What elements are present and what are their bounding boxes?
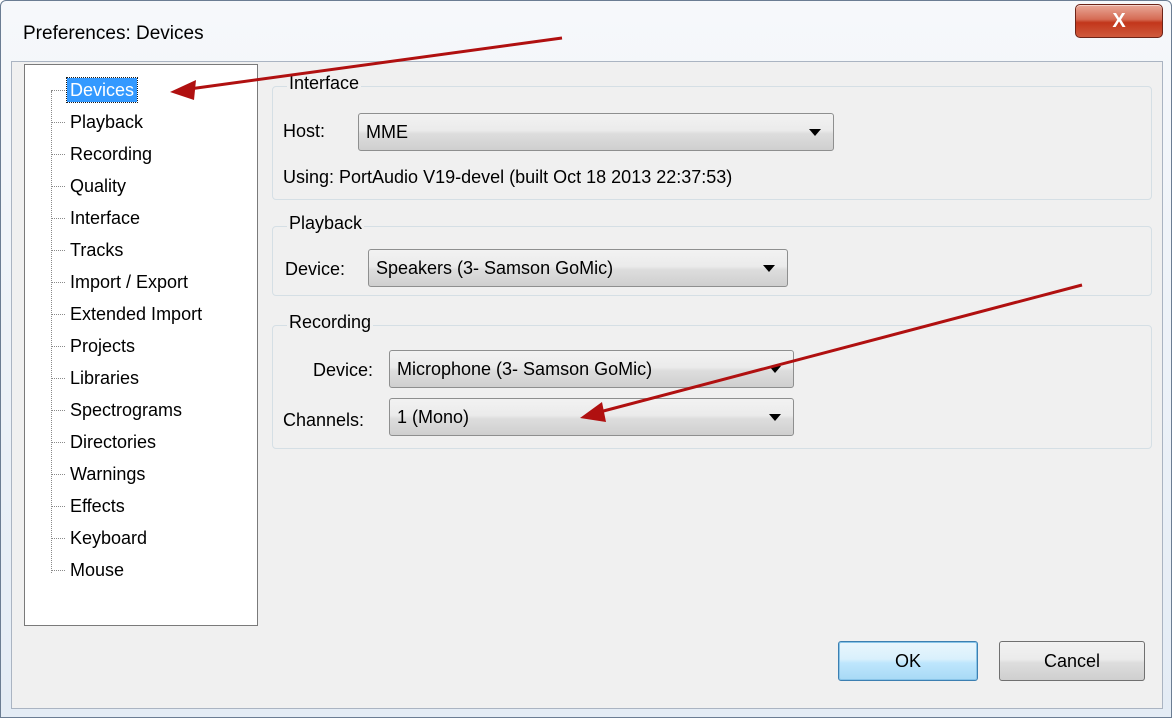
tree-item-label: Warnings (70, 464, 146, 484)
recording-group: Recording Device: Microphone (3- Samson … (272, 312, 1152, 449)
tree-connector (51, 506, 65, 507)
tree-connector (51, 442, 65, 443)
tree-item-label: Import / Export (70, 272, 189, 292)
tree-item-label: Mouse (70, 560, 125, 580)
interface-group: Interface Host: MME Using: PortAudio V19… (272, 73, 1152, 200)
tree-connector (51, 346, 65, 347)
playback-device-label: Device: (285, 259, 346, 279)
channels-dropdown[interactable]: 1 (Mono) (389, 398, 794, 436)
group-title-recording: Recording (287, 312, 374, 333)
tree-item-label: Spectrograms (70, 400, 183, 420)
tree-connector (51, 378, 65, 379)
tree-connector (51, 570, 65, 571)
host-value: MME (366, 122, 408, 142)
host-label: Host: (283, 121, 326, 141)
preferences-window: Preferences: Devices X Devices Playback … (0, 0, 1172, 718)
tree-connector (51, 154, 65, 155)
tree-item-label: Tracks (70, 240, 124, 260)
playback-device-dropdown[interactable]: Speakers (3- Samson GoMic) (368, 249, 788, 287)
chevron-down-icon (769, 414, 781, 421)
ok-button[interactable]: OK (838, 641, 978, 681)
channels-value: 1 (Mono) (397, 407, 470, 427)
tree-connector (51, 218, 65, 219)
dialog-client-area: Devices Playback Recording Quality Inter… (11, 61, 1163, 709)
playback-device-value: Speakers (3- Samson GoMic) (376, 258, 614, 278)
channels-label: Channels: (283, 410, 365, 430)
recording-device-label: Device: (313, 360, 374, 380)
host-dropdown[interactable]: MME (358, 113, 834, 151)
tree-connector (51, 410, 65, 411)
recording-device-value: Microphone (3- Samson GoMic) (397, 359, 653, 379)
tree-item-label: Quality (70, 176, 127, 196)
title-bar[interactable]: Preferences: Devices X (1, 1, 1171, 61)
tree-connector (51, 474, 65, 475)
close-button[interactable]: X (1075, 4, 1163, 38)
tree-connector (51, 186, 65, 187)
chevron-down-icon (769, 366, 781, 373)
tree-connector (51, 122, 65, 123)
cancel-button[interactable]: Cancel (999, 641, 1145, 681)
preferences-tree[interactable]: Devices Playback Recording Quality Inter… (24, 64, 258, 626)
tree-item-label: Extended Import (70, 304, 203, 324)
portaudio-version-text: Using: PortAudio V19-devel (built Oct 18… (283, 167, 733, 187)
recording-device-dropdown[interactable]: Microphone (3- Samson GoMic) (389, 350, 794, 388)
tree-item-label: Playback (70, 112, 144, 132)
tree-connector-line (51, 91, 52, 573)
chevron-down-icon (763, 265, 775, 272)
tree-connector (51, 538, 65, 539)
tree-connector (51, 314, 65, 315)
tree-connector (51, 250, 65, 251)
tree-item-label: Projects (70, 336, 136, 356)
window-title: Preferences: Devices (23, 23, 204, 44)
tree-item-label: Keyboard (70, 528, 148, 548)
tree-item-label: Recording (70, 144, 153, 164)
tree-connector (51, 90, 65, 91)
group-title-playback: Playback (287, 213, 365, 234)
tree-connector (51, 282, 65, 283)
tree-item-label: Directories (70, 432, 157, 452)
chevron-down-icon (809, 129, 821, 136)
group-title-interface: Interface (287, 73, 362, 94)
tree-item-label: Devices (65, 77, 139, 103)
tree-item-label: Libraries (70, 368, 140, 388)
tree-item-label: Effects (70, 496, 125, 516)
tree-item-label: Interface (70, 208, 141, 228)
playback-group: Playback Device: Speakers (3- Samson GoM… (272, 213, 1152, 296)
